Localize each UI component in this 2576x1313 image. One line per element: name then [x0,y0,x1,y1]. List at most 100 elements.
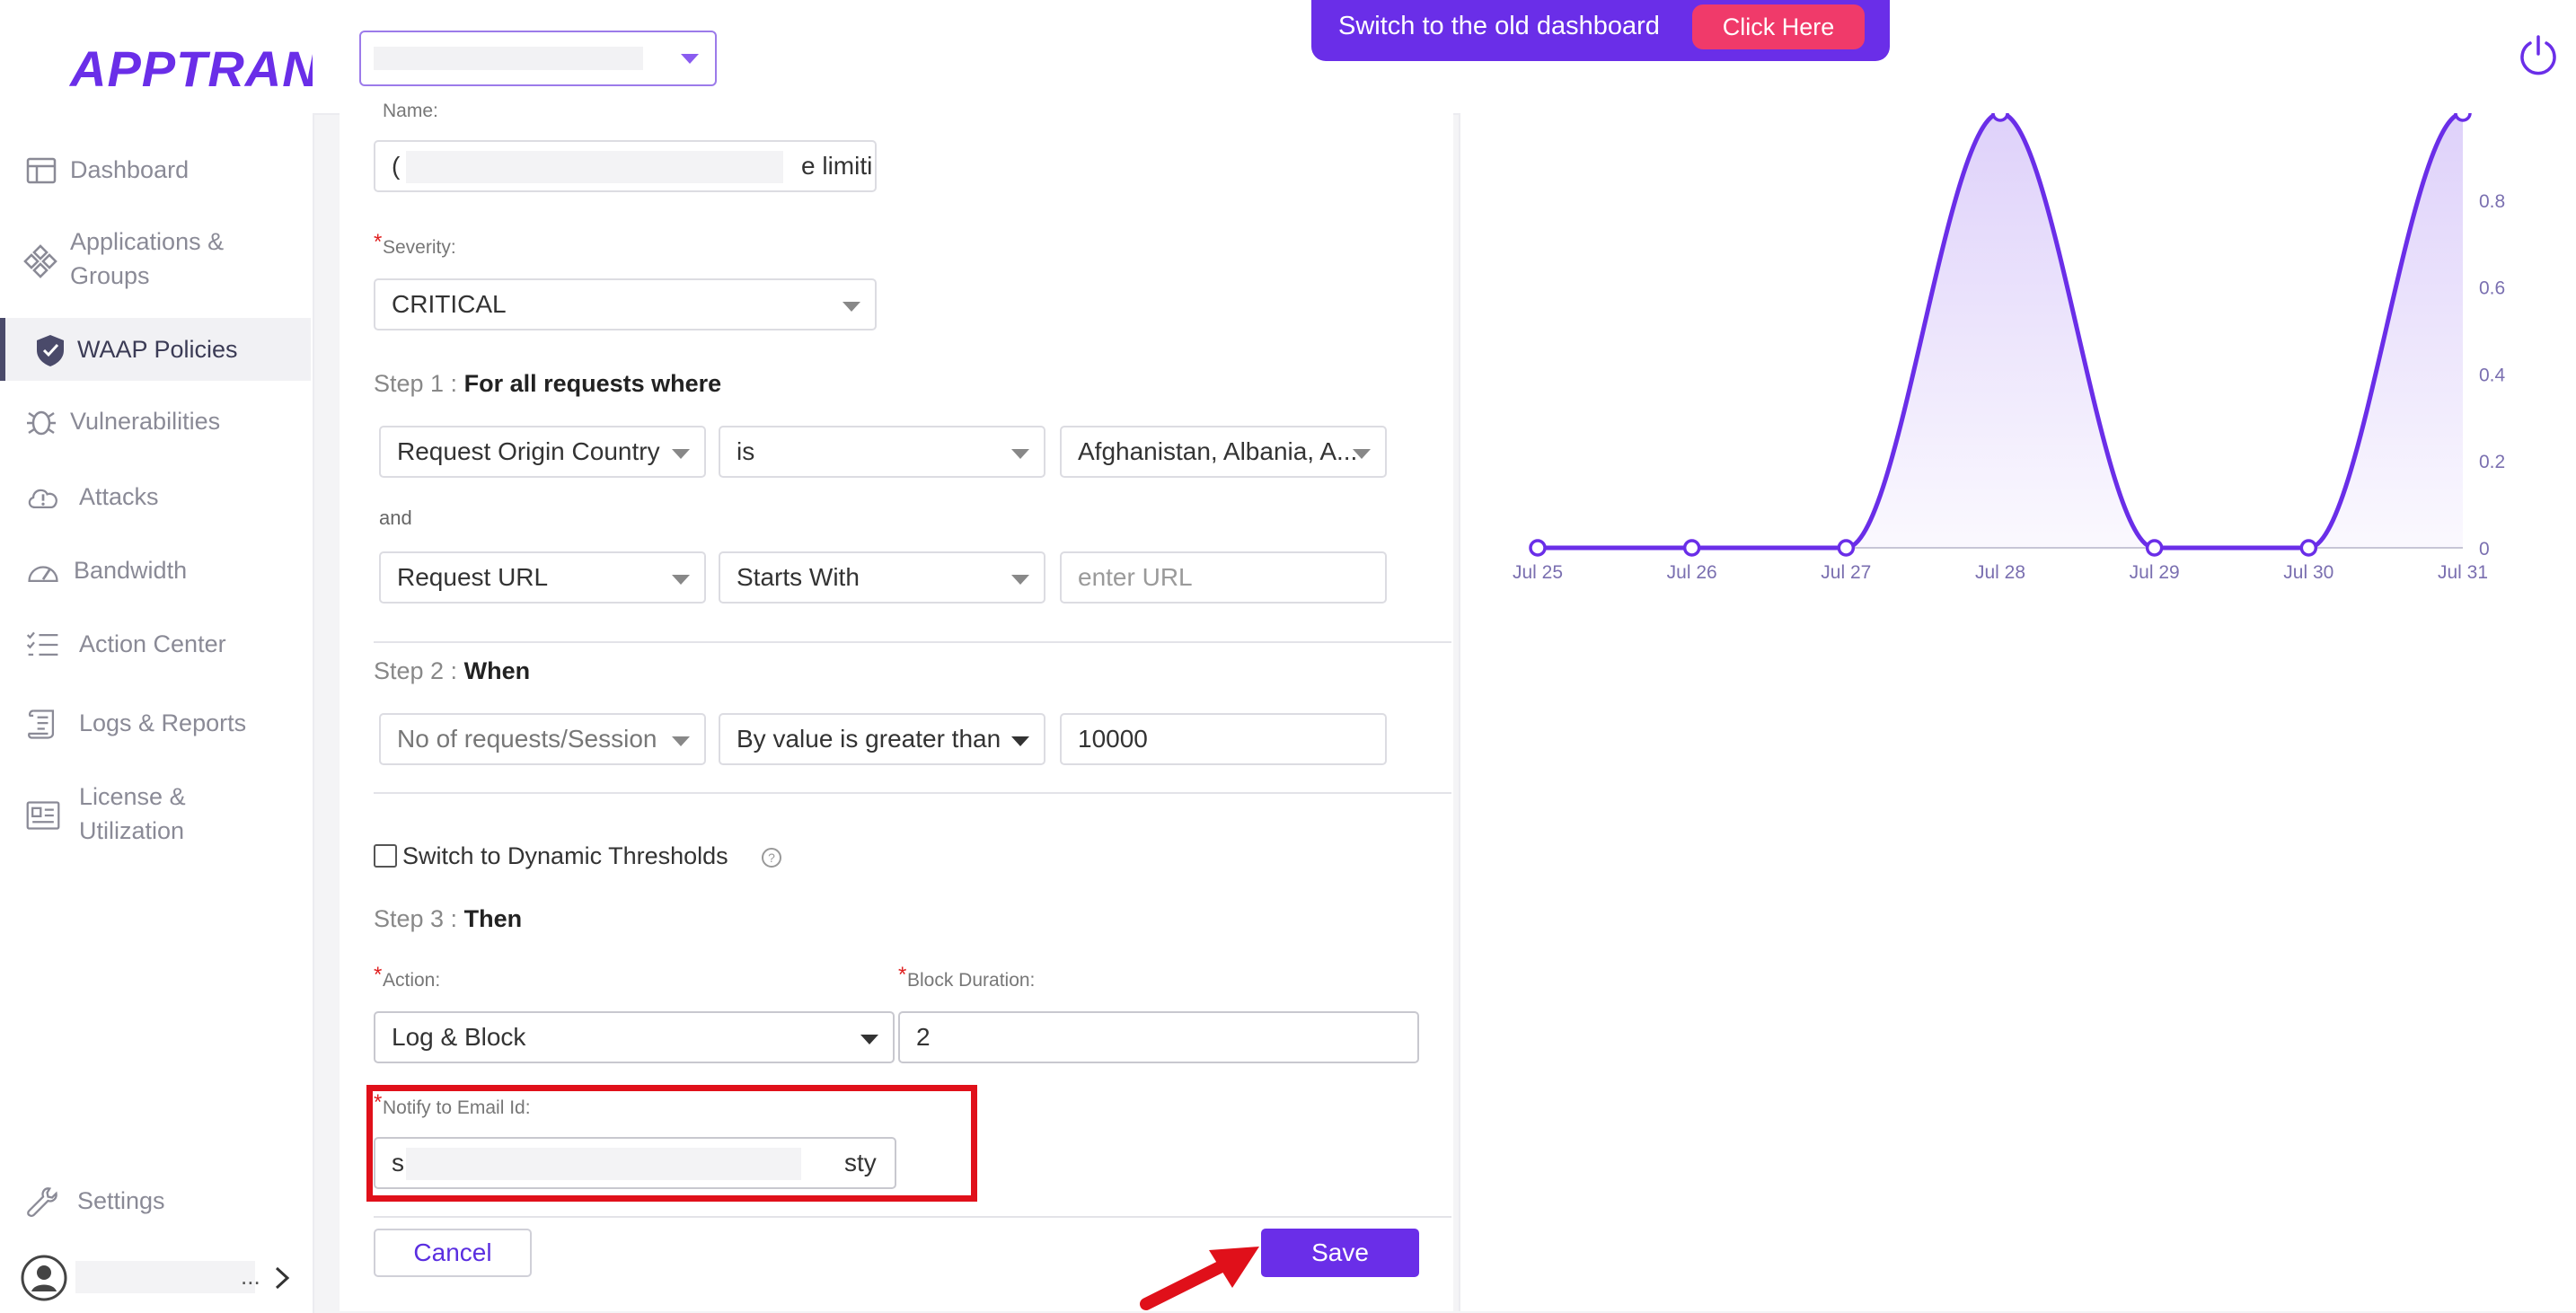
dynamic-thresholds-checkbox[interactable] [374,844,397,868]
redacted-app-name [374,47,643,70]
old-dashboard-banner: Switch to the old dashboard Click Here [1311,0,1890,61]
condition1-value: Afghanistan, Albania, A... [1078,437,1358,465]
sidebar-item-label-line1: Applications & [70,228,225,255]
when-field-select[interactable]: No of requests/Session [379,713,706,765]
chevron-down-icon [1011,736,1029,746]
power-icon[interactable] [2517,34,2560,77]
gauge-icon [28,566,58,583]
click-here-button[interactable]: Click Here [1692,4,1865,49]
data-point[interactable] [1682,539,1701,557]
scroll-icon [28,709,55,739]
x-tick-label: Jul 27 [1821,562,1871,583]
block-duration-input[interactable]: 2 [898,1011,1419,1063]
sidebar-item-vulnerabilities[interactable]: Vulnerabilities [0,404,311,440]
username-ellipsis: ... [241,1263,260,1290]
sidebar: APPTRANA Dashboard Applications & Groups… [0,0,356,1313]
step1-heading: Step 1 : For all requests where [374,370,721,398]
sidebar-item-dashboard[interactable]: Dashboard [0,153,311,189]
url-input[interactable]: enter URL [1060,551,1387,604]
sidebar-item-label: Vulnerabilities [70,408,221,435]
x-tick-label: Jul 26 [1667,562,1717,583]
condition2-operator: Starts With [737,563,860,591]
step2-prefix: Step 2 : [374,657,458,684]
sidebar-item-label-line2: Groups [70,262,150,289]
action-label: Action: [383,970,441,991]
condition1-operator-select[interactable]: is [719,426,1045,478]
diamond-grid-icon [23,244,57,278]
layout-icon [26,157,57,184]
condition1-field-select[interactable]: Request Origin Country [379,426,706,478]
required-mark: * [374,230,383,254]
y-tick-label: 0.2 [2479,452,2505,472]
sidebar-item-action-center[interactable]: Action Center [0,627,311,663]
required-mark: * [374,963,383,987]
data-point[interactable] [1837,539,1856,557]
condition2-field-select[interactable]: Request URL [379,551,706,604]
x-tick-label: Jul 29 [2130,562,2180,583]
action-select[interactable]: Log & Block [374,1011,895,1063]
when-operator: By value is greater than [737,725,1001,753]
sidebar-item-applications[interactable]: Applications & Groups [0,225,311,300]
checklist-icon [26,631,58,656]
block-duration-value: 2 [916,1023,931,1051]
condition2-operator-select[interactable]: Starts With [719,551,1045,604]
series-area [1538,113,2463,548]
x-tick-label: Jul 25 [1513,562,1563,583]
chevron-down-icon [860,1035,878,1044]
sidebar-item-license[interactable]: License & Utilization [0,780,311,855]
redacted-username [75,1261,255,1293]
sidebar-item-settings[interactable]: Settings [0,1184,311,1220]
arrow-annotation-icon [1140,1247,1259,1310]
alert-cloud-icon [28,489,57,509]
bug-icon [27,410,56,436]
y-tick-label: 0.8 [2479,191,2505,212]
x-tick-label: Jul 31 [2438,562,2488,583]
x-tick-label: Jul 28 [1975,562,2025,583]
step2-heading: Step 2 : When [374,657,530,685]
sidebar-item-label: Action Center [79,630,226,657]
step3-heading: Step 3 : Then [374,905,522,933]
severity-select[interactable]: CRITICAL [374,278,877,330]
license-icon [26,801,60,830]
sidebar-item-attacks[interactable]: Attacks [0,480,311,516]
threshold-input[interactable]: 10000 [1060,713,1387,765]
divider [374,641,1451,643]
sidebar-item-waap-policies[interactable]: WAAP Policies [0,318,311,381]
condition1-field: Request Origin Country [397,437,660,465]
requests-area-chart: Jul 25 Jul 26 Jul 27 Jul 28 Jul 29 Jul 30 Jul … [1513,113,2506,583]
step1-title: For all requests where [463,370,722,397]
data-point[interactable] [1991,113,2009,122]
data-point[interactable] [1529,539,1547,557]
chevron-down-icon [672,736,690,746]
application-selector[interactable] [359,31,717,86]
sidebar-item-logs-reports[interactable]: Logs & Reports [0,706,311,742]
step3-title: Then [463,905,523,932]
data-point[interactable] [2454,113,2472,122]
name-value-start: ( [392,152,401,180]
chevron-right-icon[interactable] [271,1265,293,1291]
cancel-button[interactable]: Cancel [374,1229,532,1277]
required-mark: * [898,963,907,987]
chevron-down-icon [842,302,860,312]
sidebar-item-bandwidth[interactable]: Bandwidth [0,553,311,589]
x-tick-label: Jul 30 [2283,562,2333,583]
name-label: Name: [383,101,438,121]
severity-value: CRITICAL [392,290,507,318]
chevron-down-icon [672,449,690,459]
svg-text:?: ? [768,850,775,865]
step3-prefix: Step 3 : [374,905,458,932]
data-point[interactable] [2299,539,2318,557]
chart-panel: Jul 25 Jul 26 Jul 27 Jul 28 Jul 29 Jul 30 Jul … [1459,113,2576,1311]
data-point[interactable] [2145,539,2164,557]
divider [374,1216,1451,1218]
threshold-value: 10000 [1078,725,1148,753]
redacted-name [406,151,783,183]
condition1-value-select[interactable]: Afghanistan, Albania, A... [1060,426,1387,478]
user-profile[interactable]: ... [20,1254,307,1308]
y-tick-label: 0.6 [2479,278,2505,299]
name-input[interactable]: ( e limiti [374,140,877,192]
save-button[interactable]: Save [1261,1229,1419,1277]
help-icon[interactable]: ? [760,846,783,869]
sidebar-item-label-line2: Utilization [79,817,185,844]
when-operator-select[interactable]: By value is greater than [719,713,1045,765]
